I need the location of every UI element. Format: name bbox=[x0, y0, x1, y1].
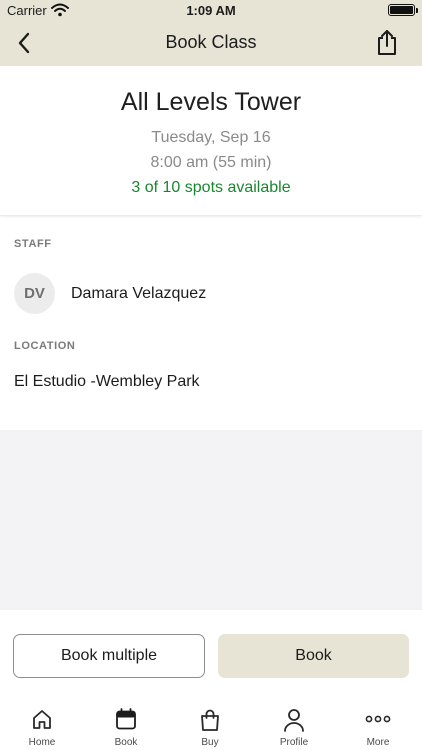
status-bar: Carrier 1:09 AM bbox=[0, 0, 422, 20]
staff-name[interactable]: Damara Velazquez bbox=[71, 285, 206, 303]
share-icon bbox=[378, 30, 396, 55]
empty-content-area bbox=[0, 430, 422, 610]
book-button[interactable]: Book bbox=[218, 634, 409, 678]
tab-bar: Home Book Buy Profile More bbox=[0, 698, 422, 750]
tab-profile-label: Profile bbox=[279, 737, 309, 748]
spots-available: 3 of 10 spots available bbox=[131, 179, 291, 196]
tab-home[interactable]: Home bbox=[0, 698, 84, 750]
calendar-icon bbox=[116, 708, 136, 730]
class-time: 8:00 am (55 min) bbox=[150, 154, 272, 171]
tab-book-label: Book bbox=[114, 737, 138, 748]
tab-profile[interactable]: Profile bbox=[252, 698, 336, 750]
staff-section-label: STAFF bbox=[14, 238, 52, 250]
tab-more-label: More bbox=[366, 737, 390, 748]
tab-book[interactable]: Book bbox=[84, 698, 168, 750]
person-icon bbox=[284, 709, 304, 732]
tab-more[interactable]: More bbox=[336, 698, 420, 750]
class-summary: All Levels Tower Tuesday, Sep 16 8:00 am… bbox=[0, 66, 422, 216]
book-multiple-button[interactable]: Book multiple bbox=[13, 634, 205, 678]
page-title: Book Class bbox=[165, 32, 257, 52]
location-name[interactable]: El Estudio -Wembley Park bbox=[14, 373, 200, 391]
tab-buy-label: Buy bbox=[201, 737, 219, 748]
class-details: STAFF DV Damara Velazquez LOCATION El Es… bbox=[0, 218, 422, 430]
class-name: All Levels Tower bbox=[120, 88, 302, 116]
location-section-label: LOCATION bbox=[14, 340, 76, 352]
tab-home-label: Home bbox=[28, 737, 56, 748]
avatar: DV bbox=[14, 273, 55, 314]
home-icon bbox=[33, 710, 51, 729]
tab-buy[interactable]: Buy bbox=[168, 698, 252, 750]
navigation-bar: Book Class bbox=[0, 20, 422, 66]
class-date: Tuesday, Sep 16 bbox=[151, 129, 271, 146]
battery-icon bbox=[388, 4, 418, 16]
more-dots-icon bbox=[365, 715, 391, 723]
status-time: 1:09 AM bbox=[186, 3, 236, 18]
shopping-bag-icon bbox=[201, 709, 219, 731]
action-bar: Book multiple Book bbox=[0, 610, 422, 698]
share-button[interactable] bbox=[372, 27, 402, 57]
